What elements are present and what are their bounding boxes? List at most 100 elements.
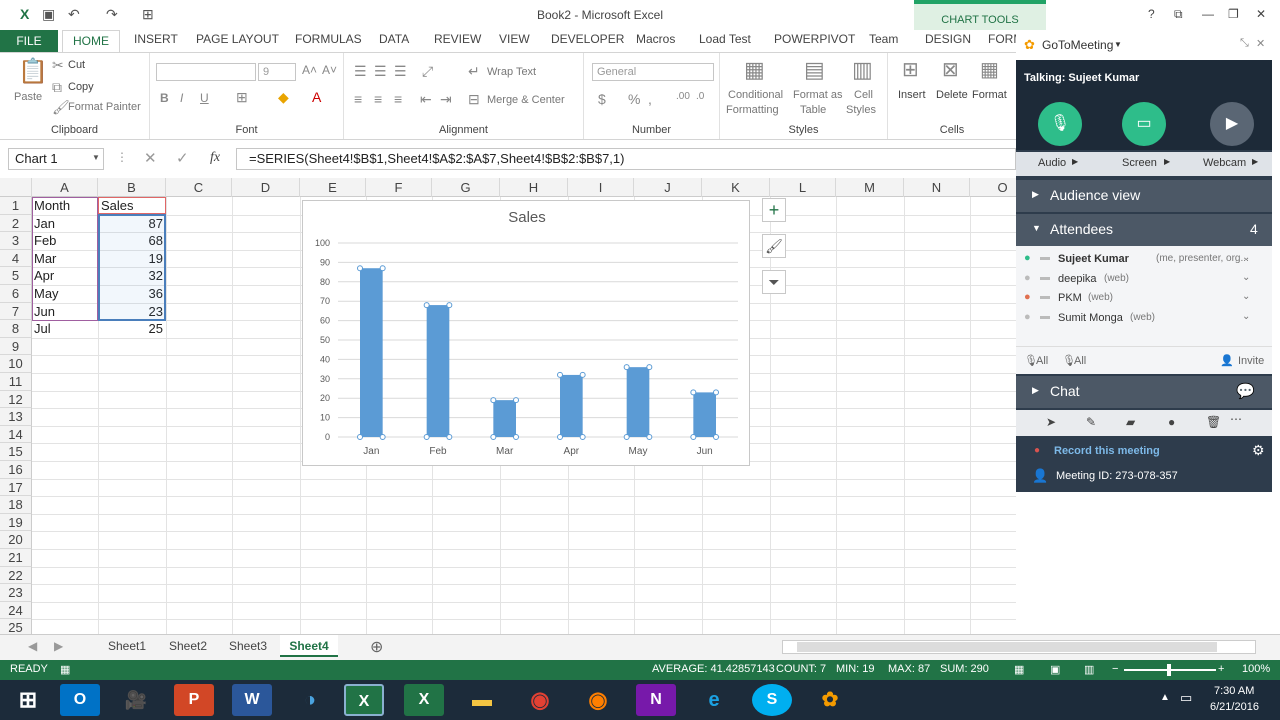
excel-icon[interactable]: X bbox=[404, 684, 444, 716]
zoom-out-icon[interactable]: − bbox=[1112, 663, 1118, 675]
zoom-in-icon[interactable]: + bbox=[1218, 663, 1224, 675]
tab-formulas[interactable]: FORMULAS bbox=[295, 32, 362, 46]
select-all-corner[interactable] bbox=[0, 178, 32, 197]
close-icon[interactable]: ✕ bbox=[1256, 37, 1265, 50]
cell-a[interactable]: Jul bbox=[34, 320, 51, 337]
zoom-slider-thumb[interactable] bbox=[1167, 664, 1171, 676]
cut-icon[interactable]: ✂ bbox=[52, 57, 64, 74]
ribbon-display-icon[interactable]: ⧉ bbox=[1174, 7, 1183, 22]
horizontal-scrollbar[interactable] bbox=[782, 640, 1256, 654]
clock-date[interactable]: 6/21/2016 bbox=[1210, 701, 1259, 713]
help-icon[interactable]: ? bbox=[1148, 7, 1155, 21]
tray-chevron-icon[interactable]: ▲ bbox=[1160, 692, 1170, 703]
microphone-icon[interactable]: ● bbox=[1024, 291, 1031, 303]
attendee-row[interactable]: ● ▬ Sumit Monga (web) ⌄ bbox=[1016, 309, 1272, 328]
bar[interactable] bbox=[426, 305, 450, 437]
font-name-combo[interactable] bbox=[156, 63, 256, 81]
column-header[interactable]: E bbox=[300, 178, 366, 197]
excel-active-icon[interactable]: X bbox=[344, 684, 384, 716]
row-header[interactable]: 19 bbox=[0, 513, 32, 532]
decrease-decimal-icon[interactable]: .0 bbox=[696, 91, 704, 102]
row-header[interactable]: 7 bbox=[0, 302, 32, 321]
column-header[interactable]: M bbox=[836, 178, 904, 197]
attendee-row[interactable]: ● ▬ Sujeet Kumar (me, presenter, org... ⌄ bbox=[1016, 250, 1272, 269]
grow-font-icon[interactable]: A˄ bbox=[302, 63, 317, 77]
bottom-align-icon[interactable]: ☰ bbox=[394, 63, 407, 80]
column-header[interactable]: H bbox=[500, 178, 568, 197]
enter-icon[interactable]: ✓ bbox=[176, 149, 189, 167]
tab-sheet4[interactable]: Sheet4 bbox=[280, 635, 338, 657]
bar[interactable] bbox=[560, 374, 583, 437]
bar[interactable] bbox=[493, 400, 516, 437]
row-header[interactable]: 18 bbox=[0, 496, 32, 514]
bar[interactable] bbox=[626, 367, 650, 437]
row-header[interactable]: 1 bbox=[0, 197, 32, 215]
row-header[interactable]: 5 bbox=[0, 267, 32, 285]
copy-icon[interactable]: ⧉ bbox=[52, 79, 62, 96]
attendee-row[interactable]: ● ▬ deepika (web) ⌄ bbox=[1016, 270, 1272, 289]
percent-icon[interactable]: % bbox=[628, 91, 640, 107]
tab-powerpivot[interactable]: POWERPIVOT bbox=[774, 32, 855, 46]
format-button[interactable]: Format bbox=[972, 89, 1007, 101]
italic-icon[interactable]: I bbox=[180, 91, 183, 105]
tab-page-layout[interactable]: PAGE LAYOUT bbox=[196, 32, 279, 46]
microphone-icon[interactable]: ● bbox=[1024, 311, 1031, 323]
chevron-down-icon[interactable]: ⌄ bbox=[1242, 291, 1250, 302]
tab-insert[interactable]: INSERT bbox=[134, 32, 178, 46]
normal-view-icon[interactable]: ▦ bbox=[1014, 663, 1024, 676]
chevron-down-icon[interactable]: ⌄ bbox=[1242, 252, 1250, 263]
comma-icon[interactable]: , bbox=[648, 91, 652, 107]
merge-icon[interactable]: ⊟ bbox=[468, 91, 480, 108]
column-header[interactable]: O bbox=[970, 178, 1016, 197]
series-values-range[interactable] bbox=[98, 214, 166, 321]
styles-label-btn[interactable]: Styles bbox=[846, 104, 876, 116]
scrollbar-thumb[interactable] bbox=[797, 642, 1217, 652]
onenote-icon[interactable]: N bbox=[636, 684, 676, 716]
tab-home[interactable]: HOME bbox=[62, 30, 120, 52]
border-icon[interactable]: ⊞ bbox=[236, 89, 248, 106]
spotlight-icon[interactable]: ● bbox=[1168, 415, 1175, 429]
scroll-left-icon[interactable]: ◀ bbox=[28, 639, 37, 653]
outlook-icon[interactable]: O bbox=[60, 684, 100, 716]
tab-sheet3[interactable]: Sheet3 bbox=[220, 635, 276, 657]
row-header[interactable]: 17 bbox=[0, 478, 32, 497]
row-header[interactable]: 20 bbox=[0, 531, 32, 549]
row-header[interactable]: 13 bbox=[0, 408, 32, 426]
attendees-section[interactable]: ▼ Attendees 4 bbox=[1016, 214, 1272, 246]
skype-icon[interactable]: S bbox=[752, 684, 792, 716]
network-icon[interactable]: ▭ bbox=[1180, 690, 1192, 706]
column-header[interactable]: D bbox=[232, 178, 300, 197]
column-header[interactable]: A bbox=[32, 178, 98, 197]
cell-b[interactable]: 25 bbox=[100, 320, 163, 337]
chart-filter-icon[interactable]: ⏷ bbox=[762, 270, 786, 294]
column-header[interactable]: L bbox=[770, 178, 836, 197]
bar[interactable] bbox=[693, 392, 716, 437]
row-header[interactable]: 15 bbox=[0, 443, 32, 461]
highlighter-icon[interactable]: ▰ bbox=[1126, 415, 1135, 429]
zoom-level[interactable]: 100% bbox=[1242, 663, 1270, 675]
tab-design[interactable]: DESIGN bbox=[925, 32, 971, 46]
minimize-icon[interactable]: — bbox=[1202, 7, 1214, 21]
paste-button[interactable]: Paste bbox=[14, 91, 42, 103]
bar[interactable] bbox=[360, 268, 383, 437]
column-header[interactable]: J bbox=[634, 178, 702, 197]
windows-start-icon[interactable]: ⊞ bbox=[8, 684, 48, 716]
row-header[interactable]: 9 bbox=[0, 337, 32, 356]
add-person-icon[interactable]: 👤 bbox=[1032, 468, 1048, 484]
name-box[interactable]: Chart 1 bbox=[8, 148, 104, 170]
row-header[interactable]: 21 bbox=[0, 549, 32, 567]
chevron-down-icon[interactable]: ⌄ bbox=[1242, 272, 1250, 283]
tab-macros[interactable]: Macros bbox=[636, 32, 675, 46]
tab-sheet1[interactable]: Sheet1 bbox=[98, 635, 156, 657]
webcam-icon[interactable]: ▶ bbox=[1210, 102, 1254, 146]
row-header[interactable]: 16 bbox=[0, 461, 32, 479]
tab-data[interactable]: DATA bbox=[379, 32, 409, 46]
record-icon[interactable]: ● bbox=[1034, 445, 1040, 456]
orientation-icon[interactable]: ⤢ bbox=[422, 63, 433, 80]
attendee-row[interactable]: ● ▬ PKM (web) ⌄ bbox=[1016, 289, 1272, 308]
insert-function-icon[interactable]: fx bbox=[210, 150, 220, 166]
record-meeting-link[interactable]: Record this meeting bbox=[1054, 445, 1160, 457]
align-right-icon[interactable]: ≡ bbox=[394, 91, 402, 107]
app-icon[interactable]: ◑ bbox=[290, 684, 330, 716]
microphone-icon[interactable]: 🎙 bbox=[1038, 102, 1082, 146]
